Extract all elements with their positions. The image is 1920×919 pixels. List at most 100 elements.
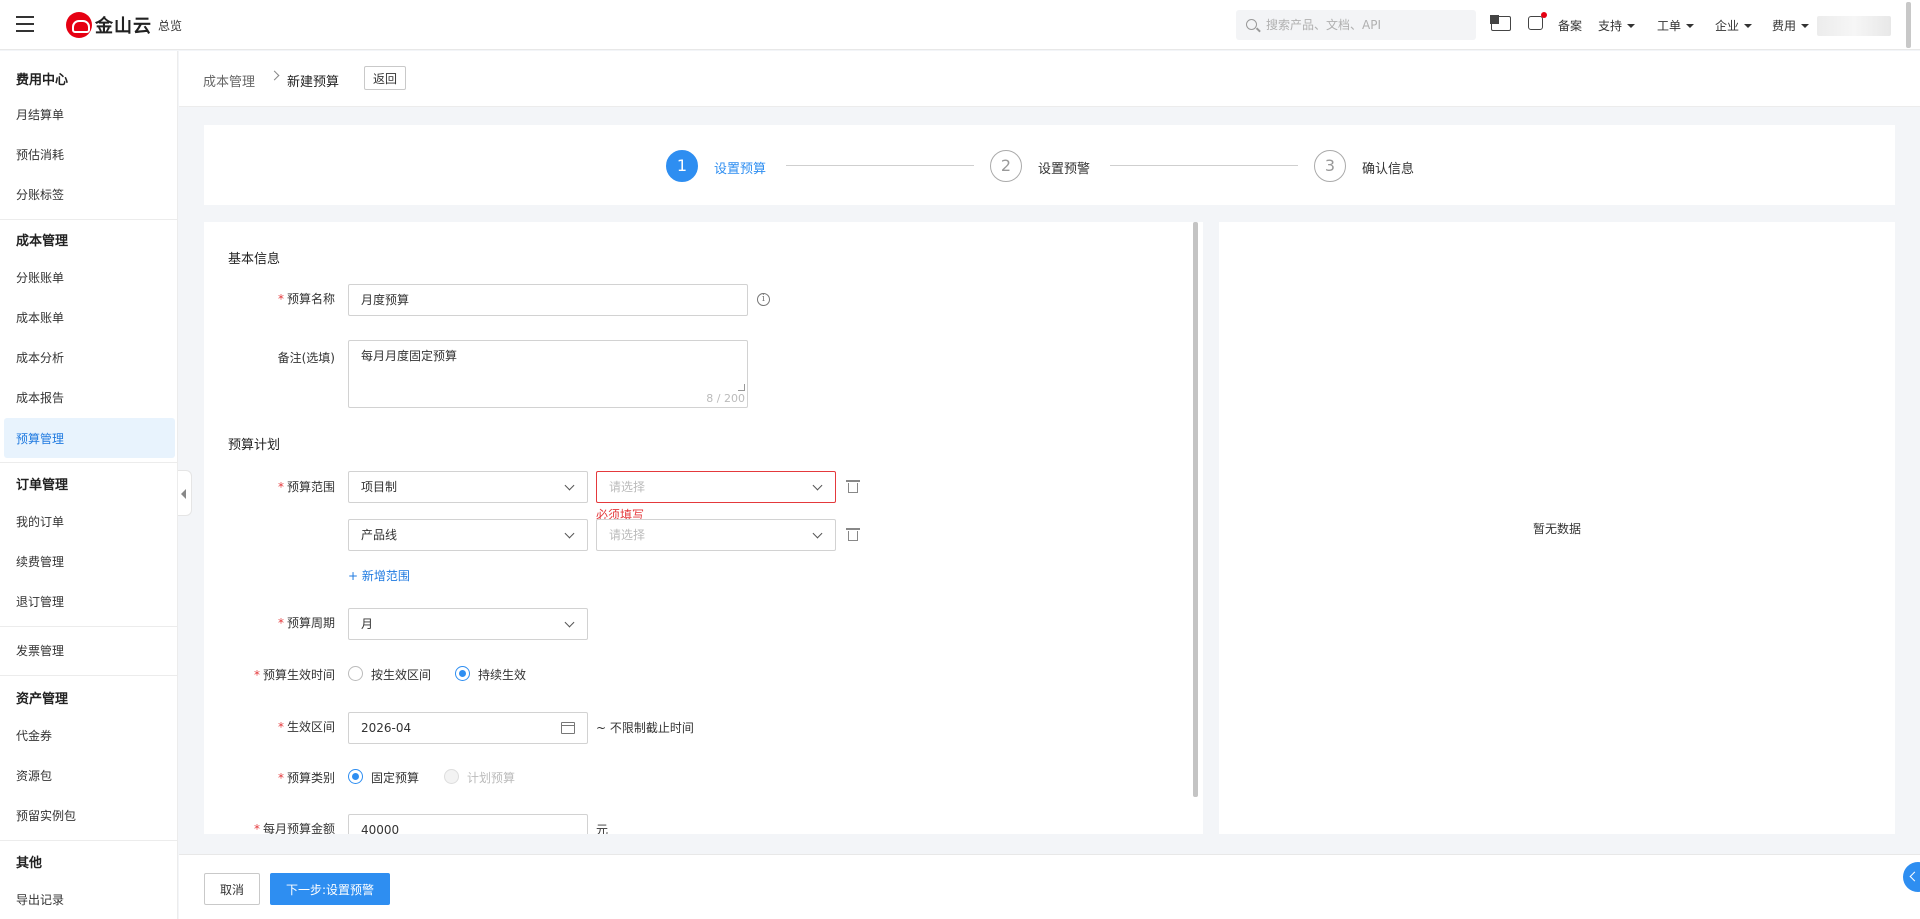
nav-billing[interactable]: 费用 [1772,17,1810,34]
page-scrollbar[interactable] [1906,2,1911,48]
sidebar-divider [0,219,178,220]
scope-value-placeholder: 请选择 [609,480,646,494]
back-button[interactable]: 返回 [364,66,406,90]
nav-ticket-label: 工单 [1657,19,1682,33]
budget-name-input[interactable]: 月度预算 [348,284,748,316]
field-label-text: 预算生效时间 [262,668,335,682]
range-date-picker[interactable]: 2026-04 [348,712,588,744]
search-input[interactable] [1266,10,1466,40]
field-label-period: * 预算周期 [278,614,335,631]
sidebar-item[interactable]: 资源包 [16,767,52,784]
menu-icon[interactable] [16,16,34,32]
sidebar-item[interactable]: 月结算单 [16,106,64,123]
nav-enterprise[interactable]: 企业 [1715,17,1753,34]
brand-logo[interactable]: 金山云 [66,12,152,38]
required-mark: * [277,480,284,494]
overview-link[interactable]: 总览 [158,17,182,34]
message-icon[interactable] [1528,12,1547,30]
footer-actions: 取消 下一步:设置预警 [179,854,1920,919]
language-icon[interactable] [1490,15,1511,31]
remark-counter: 8 / 200 [706,392,745,405]
next-step-button[interactable]: 下一步:设置预警 [270,873,390,905]
resize-handle-icon[interactable] [738,384,745,391]
sidebar-divider [0,462,178,463]
sidebar-item[interactable]: 分账标签 [16,186,64,203]
field-label-name: * 预算名称 [278,290,335,307]
chevron-down-icon [1627,23,1636,28]
cancel-button[interactable]: 取消 [204,873,260,905]
add-scope-link[interactable]: + 新增范围 [348,567,410,584]
effect-radio-continuous[interactable] [455,666,470,681]
required-mark: * [277,292,284,306]
nav-support-label: 支持 [1598,19,1623,33]
delete-icon[interactable] [846,528,860,541]
scope-value-select[interactable]: 请选择 [596,519,836,551]
field-label-scope: * 预算范围 [278,478,335,495]
sidebar-item[interactable]: 预估消耗 [16,146,64,163]
range-date-value: 2026-04 [361,721,412,735]
remark-textarea[interactable]: 每月月度固定预算 8 / 200 [348,340,748,408]
sidebar-item[interactable]: 发票管理 [16,642,64,659]
brand-name: 金山云 [95,16,152,37]
period-select[interactable]: 月 [348,608,588,640]
effect-radio-range[interactable] [348,666,363,681]
scope-type-select[interactable]: 项目制 [348,471,588,503]
nav-filing[interactable]: 备案 [1558,17,1582,34]
nav-support[interactable]: 支持 [1598,17,1636,34]
type-radio-plan[interactable] [444,769,459,784]
search-box[interactable] [1236,10,1476,40]
budget-form: 基本信息 * 预算名称 月度预算 i 备注(选填) 每月月度固定预算 8 / 20… [204,222,1203,834]
effect-radio-continuous-label: 持续生效 [478,668,527,682]
scope-type-select[interactable]: 产品线 [348,519,588,551]
required-mark: * [253,668,260,682]
field-label-effect: * 预算生效时间 [254,666,335,683]
step-2-circle: 2 [990,150,1022,182]
delete-icon[interactable] [846,480,860,493]
sidebar-group-title: 资产管理 [16,692,69,707]
sidebar-group-title: 费用中心 [16,73,69,88]
sidebar-item[interactable]: 预留实例包 [16,807,76,824]
chevron-down-icon [1801,23,1810,28]
step-connector [1110,165,1298,166]
required-mark: * [277,771,284,785]
chevron-right-icon [269,70,280,81]
required-mark: * [277,616,284,630]
form-scrollbar[interactable] [1193,222,1198,797]
chevron-down-icon [1686,23,1695,28]
sidebar-item[interactable]: 成本分析 [16,349,64,366]
sidebar-item[interactable]: 成本报告 [16,389,64,406]
scope-value-select[interactable]: 请选择 [596,471,836,503]
field-label-amount: * 每月预算金额 [254,820,335,834]
user-avatar[interactable] [1817,16,1891,36]
sidebar-collapse-button[interactable] [178,470,192,516]
sidebar-item[interactable]: 代金券 [16,727,52,744]
field-label-range: * 生效区间 [278,718,335,735]
scope-type-value: 项目制 [361,480,398,494]
sidebar-item[interactable]: 导出记录 [16,891,64,908]
nav-enterprise-label: 企业 [1715,19,1740,33]
amount-input[interactable]: 40000 [348,814,588,834]
field-label-text: 每月预算金额 [262,822,335,834]
section-title-basic: 基本信息 [228,252,281,267]
calendar-icon [561,722,575,734]
sidebar: 费用中心 月结算单 预估消耗 分账标签 成本管理 分账账单 成本账单 成本分析 … [0,51,178,919]
step-1-label: 设置预算 [714,162,767,177]
sidebar-divider [0,840,178,841]
field-label-remark: 备注(选填) [277,351,335,365]
sidebar-item[interactable]: 分账账单 [16,269,64,286]
sidebar-item[interactable]: 退订管理 [16,593,64,610]
breadcrumb-current: 新建预算 [287,75,340,90]
type-radio-fixed[interactable] [348,769,363,784]
info-icon[interactable]: i [757,293,770,306]
sidebar-group-title: 订单管理 [16,478,69,493]
breadcrumb-parent[interactable]: 成本管理 [203,71,255,90]
chevron-down-icon [564,617,575,628]
sidebar-item[interactable]: 成本账单 [16,309,64,326]
sidebar-divider [0,675,178,676]
nav-filing-label: 备案 [1558,19,1583,33]
sidebar-item[interactable]: 续费管理 [16,553,64,570]
sidebar-item[interactable]: 我的订单 [16,513,64,530]
sidebar-item-budget-active[interactable]: 预算管理 [4,418,175,458]
nav-ticket[interactable]: 工单 [1657,17,1695,34]
effect-radio-range-label: 按生效区间 [371,668,432,682]
